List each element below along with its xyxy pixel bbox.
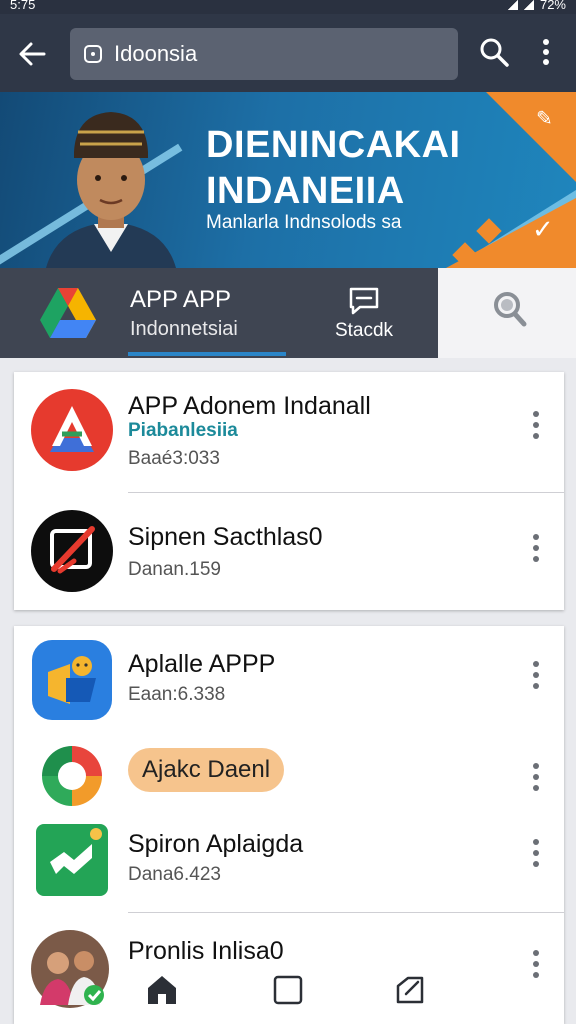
app-list-card: Aplalle APPP Eaan:6.338 Ajakc Daenl Spir… xyxy=(14,626,564,1024)
banner-portrait-image xyxy=(46,112,176,268)
back-arrow-icon[interactable] xyxy=(14,36,50,72)
banner-title-line: INDANEIIA xyxy=(206,170,405,212)
app-header: APP APP Indonnetsiai Stacdk xyxy=(0,268,438,358)
app-frame-icon xyxy=(84,45,102,63)
more-vert-icon[interactable] xyxy=(532,36,560,68)
stack-tab-label: Stacdk xyxy=(334,320,394,341)
search-box[interactable] xyxy=(70,28,458,80)
list-item-meta: Baaé3:033 xyxy=(128,448,220,469)
list-item[interactable]: Ajakc Daenl xyxy=(14,736,564,822)
edit-icon[interactable] xyxy=(392,972,428,1008)
top-toolbar xyxy=(0,14,576,92)
more-vert-icon[interactable] xyxy=(524,760,548,794)
drive-logo-icon xyxy=(40,288,96,338)
search-icon xyxy=(494,292,527,327)
banner-title: DIENINCAKAI INDANEIIA xyxy=(206,122,461,214)
signal-icon xyxy=(507,0,518,10)
app-spiron-icon xyxy=(36,824,108,896)
more-vert-icon[interactable] xyxy=(524,947,548,981)
active-tab-indicator xyxy=(128,352,286,356)
more-vert-icon[interactable] xyxy=(524,408,548,442)
search-icon[interactable] xyxy=(478,36,510,68)
profile-photo-icon xyxy=(31,930,109,1008)
list-item-title: Aplalle APPP xyxy=(128,650,276,678)
status-icons: 72% xyxy=(507,0,566,12)
list-item-meta: Danan.159 xyxy=(128,559,221,580)
pen-icon: ✎ xyxy=(536,108,553,130)
banner-corner-shape xyxy=(486,92,576,182)
message-icon xyxy=(349,287,379,315)
more-vert-icon[interactable] xyxy=(524,836,548,870)
app-subtitle: Indonnetsiai xyxy=(130,318,238,340)
search-input[interactable] xyxy=(114,36,444,72)
stack-tab[interactable]: Stacdk xyxy=(334,286,394,346)
app-name: APP APP xyxy=(130,286,231,313)
list-item-title: APP Adonem Indanall xyxy=(128,392,371,420)
battery-percent: 72% xyxy=(539,0,566,12)
signal-icon xyxy=(523,0,534,10)
list-item-title: Spiron Aplaigda xyxy=(128,830,304,858)
list-item[interactable]: APP Adonem Indanall Piabanlesiia Baaé3:0… xyxy=(14,372,564,492)
status-bar: 5:75 72% xyxy=(0,0,576,14)
list-item-tag: Piabanlesiia xyxy=(128,420,238,441)
search-tab[interactable] xyxy=(438,268,576,358)
bottom-navigation xyxy=(120,966,440,1014)
square-icon[interactable] xyxy=(270,972,306,1008)
list-item-title: Pronlis Inlisa0 xyxy=(128,937,284,965)
app-adonem-icon xyxy=(31,389,113,471)
app-sipnen-icon xyxy=(31,510,113,592)
app-ajakc-icon xyxy=(42,746,102,806)
list-item[interactable]: Spiron Aplaigda Dana6.423 xyxy=(14,822,564,914)
list-item-meta: Dana6.423 xyxy=(128,864,221,885)
home-icon[interactable] xyxy=(144,972,180,1008)
list-item-title: Sipnen Sacthlas0 xyxy=(128,523,323,551)
app-aplalle-icon xyxy=(32,640,112,720)
banner-title-line: DIENINCAKAI xyxy=(206,124,461,166)
highlight-pill[interactable]: Ajakc Daenl xyxy=(128,748,285,792)
banner-subtitle: Manlarla Indnsolods sa xyxy=(206,212,402,233)
more-vert-icon[interactable] xyxy=(524,658,548,692)
list-item[interactable]: Sipnen Sacthlas0 Danan.159 xyxy=(14,493,564,609)
app-list-card: APP Adonem Indanall Piabanlesiia Baaé3:0… xyxy=(14,372,564,610)
promo-banner[interactable]: DIENINCAKAI INDANEIIA Manlarla Indnsolod… xyxy=(0,92,576,268)
list-item-meta: Eaan:6.338 xyxy=(128,684,226,705)
status-time: 5:75 xyxy=(10,0,36,12)
list-item[interactable]: Aplalle APPP Eaan:6.338 xyxy=(14,626,564,736)
more-vert-icon[interactable] xyxy=(524,531,548,565)
check-icon: ✓ xyxy=(532,214,554,244)
